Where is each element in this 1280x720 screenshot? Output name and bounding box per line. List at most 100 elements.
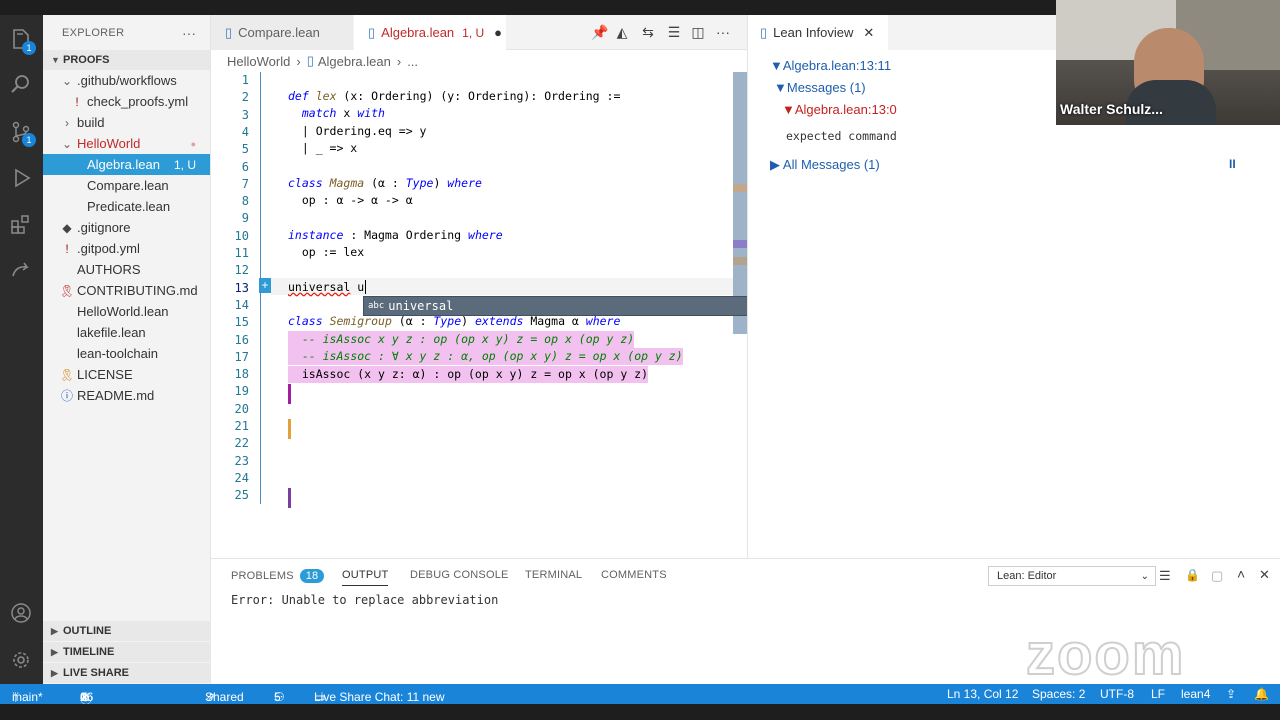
close-icon[interactable]: ✕	[1259, 567, 1270, 583]
scm-badge: 1	[22, 133, 36, 147]
more-actions-icon[interactable]: ···	[182, 25, 196, 41]
output-channel-select[interactable]: Lean: Editor ⌄	[988, 566, 1156, 586]
line-number: 14	[234, 297, 249, 312]
language-mode[interactable]: lean4	[1181, 687, 1210, 701]
explorer-item[interactable]: lakefile.lean	[43, 322, 210, 343]
all-messages[interactable]: ▶ All Messages (1)	[770, 157, 880, 173]
item-label: HelloWorld	[77, 136, 141, 151]
explorer-item[interactable]: 🎗 CONTRIBUTING.md	[43, 280, 210, 301]
explorer-item[interactable]: ⌄ HelloWorld ●	[43, 133, 210, 154]
indentation[interactable]: Spaces: 2	[1032, 687, 1085, 701]
tab-terminal[interactable]: TERMINAL	[525, 569, 582, 581]
encoding[interactable]: UTF-8	[1100, 687, 1134, 701]
breadcrumb-folder[interactable]: HelloWorld	[227, 54, 290, 69]
explorer-item[interactable]: ! .gitpod.yml	[43, 238, 210, 259]
close-icon[interactable]: ✕	[863, 25, 874, 41]
explorer-item[interactable]: ! check_proofs.yml	[43, 91, 210, 112]
section-live-share[interactable]: ▶ LIVE SHARE	[43, 663, 211, 683]
explorer-item[interactable]: HelloWorld.lean	[43, 301, 210, 322]
pin-icon[interactable]: 📌	[591, 24, 609, 41]
tab-infoview[interactable]: ▯ Lean Infoview ✕	[748, 15, 888, 50]
infoview-position[interactable]: ▼Algebra.lean:13:11	[770, 58, 891, 73]
tab-algebra-lean[interactable]: ▯ Algebra.lean 1, U ●	[354, 15, 506, 50]
source-control-icon[interactable]: 1	[8, 119, 36, 147]
search-icon[interactable]	[8, 71, 34, 97]
shared-label: Shared	[205, 690, 244, 704]
clear-output-icon[interactable]: ☰	[1159, 568, 1171, 584]
explorer-icon[interactable]: 1	[8, 27, 36, 55]
explorer-item[interactable]: Predicate.lean	[43, 196, 210, 217]
status-bar: ᛘ main* ⊗ 16 ⚠ 0 ⓘ 2 ⇗ Shared ⚇ 5 ▭ Live…	[0, 684, 1280, 706]
item-label: HelloWorld.lean	[77, 304, 169, 319]
tab-comments[interactable]: COMMENTS	[601, 569, 667, 581]
explorer-item[interactable]: › build	[43, 112, 210, 133]
line-number: 7	[241, 176, 249, 191]
compare-changes-icon[interactable]: ⇆	[639, 24, 657, 41]
settings-gear-icon[interactable]	[8, 647, 34, 673]
section-proofs[interactable]: ▼ PROOFS	[43, 50, 210, 70]
line-number: 6	[241, 159, 249, 174]
explorer-item[interactable]: lean-toolchain	[43, 343, 210, 364]
section-outline[interactable]: ▶ OUTLINE	[43, 621, 211, 641]
messages-section[interactable]: ▼Messages (1)	[774, 80, 866, 95]
explorer-item[interactable]: 🎗 LICENSE	[43, 364, 210, 385]
feedback-icon[interactable]: ⇪	[1226, 687, 1236, 701]
tab-problems[interactable]: PROBLEMS 18	[231, 569, 325, 583]
yaml-file-icon: !	[75, 94, 79, 109]
cursor-position[interactable]: Ln 13, Col 12	[947, 687, 1018, 701]
breadcrumb-file[interactable]: Algebra.lean	[318, 54, 391, 69]
tab-compare-lean[interactable]: ▯ Compare.lean	[211, 15, 353, 50]
line-number: 24	[234, 470, 249, 485]
code-line: class Magma (α : Type) where	[288, 176, 482, 190]
problems-badge: 18	[299, 569, 325, 583]
suggestion-label[interactable]: universal	[388, 299, 453, 313]
explorer-item[interactable]: ⌄ .github/workflows	[43, 70, 210, 91]
breadcrumb-symbol[interactable]: ...	[407, 54, 418, 69]
split-editor-icon[interactable]: ◫	[689, 24, 707, 41]
run-debug-icon[interactable]	[8, 165, 34, 191]
participants-count: 5	[274, 690, 281, 704]
editor-tabs: ▯ Compare.lean ▯ Algebra.lean 1, U ● 📌 ◭…	[211, 15, 747, 50]
more-actions-icon[interactable]: ···	[714, 24, 732, 40]
maximize-panel-icon[interactable]: ˄	[1237, 566, 1245, 582]
item-label: check_proofs.yml	[87, 94, 189, 109]
restart-file-icon[interactable]: ☰	[665, 24, 683, 41]
tab-output[interactable]: OUTPUT	[342, 569, 389, 586]
info-count: 2	[80, 690, 87, 704]
explorer-item[interactable]: ⓘ README.md	[43, 385, 210, 406]
chevron-down-icon: ⌄	[1140, 570, 1149, 582]
open-log-icon[interactable]: ▢	[1211, 568, 1223, 584]
explorer-item[interactable]: AUTHORS	[43, 259, 210, 280]
code-line: op : α -> α -> α	[288, 193, 413, 207]
item-label: Algebra.lean	[87, 157, 160, 172]
message-location[interactable]: ▼Algebra.lean:13:0	[782, 102, 897, 117]
tab-label: Algebra.lean	[381, 25, 455, 40]
chevron-right-icon: ▶	[51, 667, 58, 678]
lock-icon[interactable]: 🔒	[1185, 568, 1200, 582]
extensions-icon[interactable]	[8, 211, 34, 237]
editor-scrollbar[interactable]	[733, 72, 747, 334]
explorer-item[interactable]: ◆ .gitignore	[43, 217, 210, 238]
message-text: expected command	[786, 129, 897, 143]
explorer-item[interactable]: Compare.lean	[43, 175, 210, 196]
line-number: 15	[234, 315, 249, 330]
unsaved-dot-icon[interactable]: ●	[494, 25, 502, 40]
section-timeline[interactable]: ▶ TIMELINE	[43, 642, 211, 662]
infoview-toggle-icon[interactable]: ◭	[613, 24, 631, 41]
autocomplete-popup[interactable]: abc universal	[363, 296, 780, 316]
end-of-line[interactable]: LF	[1151, 687, 1165, 701]
pause-icon[interactable]: II	[1229, 157, 1236, 171]
chat-label: Live Share Chat: 11 new	[314, 690, 445, 704]
tab-debug-console[interactable]: DEBUG CONSOLE	[410, 569, 509, 581]
explorer-item[interactable]: Algebra.lean 1, U	[43, 154, 210, 175]
line-number: 4	[241, 124, 249, 139]
video-tile: Walter Schulz...	[1056, 0, 1280, 125]
window-bottom	[0, 704, 1280, 720]
line-number: 9	[241, 211, 249, 226]
account-icon[interactable]	[8, 600, 34, 626]
notifications-bell-icon[interactable]: 🔔	[1254, 687, 1269, 701]
live-share-icon[interactable]	[8, 257, 34, 283]
tab-label: Lean Infoview	[773, 25, 854, 40]
yaml-file-icon: !	[65, 241, 69, 256]
item-label: CONTRIBUTING.md	[77, 283, 198, 298]
